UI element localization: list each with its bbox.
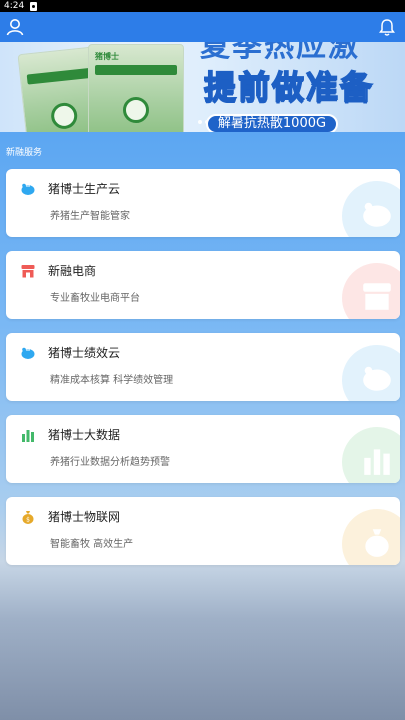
bell-icon[interactable] — [377, 17, 397, 37]
service-card-production-cloud[interactable]: 猪博士生产云 养猪生产智能管家 — [6, 169, 400, 237]
app-bar — [0, 12, 405, 42]
service-title: 猪博士大数据 — [48, 428, 121, 442]
piggy-bank-icon — [342, 345, 400, 401]
section-label: 新融服务 — [6, 148, 43, 158]
service-card-iot[interactable]: $ 猪博士物联网 智能畜牧 高效生产 — [6, 497, 400, 565]
service-card-ecommerce[interactable]: 新融电商 专业畜牧业电商平台 — [6, 251, 400, 319]
package-brand: 猪博士 — [95, 52, 119, 61]
service-title: 猪博士绩效云 — [48, 346, 121, 360]
piggy-bank-icon — [342, 181, 400, 237]
status-bar: 4:24 — [0, 0, 405, 12]
notification-icon — [30, 1, 38, 11]
bar-chart-icon — [342, 427, 400, 483]
service-title: 猪博士物联网 — [48, 510, 121, 524]
service-title: 猪博士生产云 — [48, 182, 121, 196]
money-bag-icon: $ — [22, 511, 34, 524]
banner-product-pill: 解暑抗热散1000G — [206, 114, 338, 132]
service-subtitle: 精准成本核算 科学绩效管理 — [50, 375, 174, 386]
product-package-image: 猪博士 — [88, 44, 184, 132]
status-time: 4:24 — [4, 1, 25, 11]
service-subtitle: 养猪生产智能管家 — [50, 211, 130, 222]
piggy-bank-icon — [21, 347, 35, 359]
user-icon[interactable] — [5, 17, 25, 37]
bar-chart-icon — [22, 430, 34, 442]
service-card-big-data[interactable]: 猪博士大数据 养猪行业数据分析趋势预警 — [6, 415, 400, 483]
banner-title-line2: 提前做准备 — [203, 67, 375, 107]
service-subtitle: 养猪行业数据分析趋势预警 — [50, 457, 170, 468]
banner-title-line1: 夏季热应激 — [200, 42, 360, 62]
svg-text:$: $ — [26, 517, 30, 524]
shop-icon — [21, 265, 35, 278]
shop-icon — [342, 263, 400, 319]
service-subtitle: 智能畜牧 高效生产 — [50, 539, 134, 550]
money-bag-icon — [342, 509, 400, 565]
service-subtitle: 专业畜牧业电商平台 — [50, 293, 140, 304]
service-title: 新融电商 — [48, 264, 97, 278]
promo-banner[interactable]: 猪博士 夏季热应激 提前做准备 解暑抗热散1000G — [0, 42, 405, 132]
service-card-performance-cloud[interactable]: 猪博士绩效云 精准成本核算 科学绩效管理 — [6, 333, 400, 401]
piggy-bank-icon — [21, 183, 35, 195]
